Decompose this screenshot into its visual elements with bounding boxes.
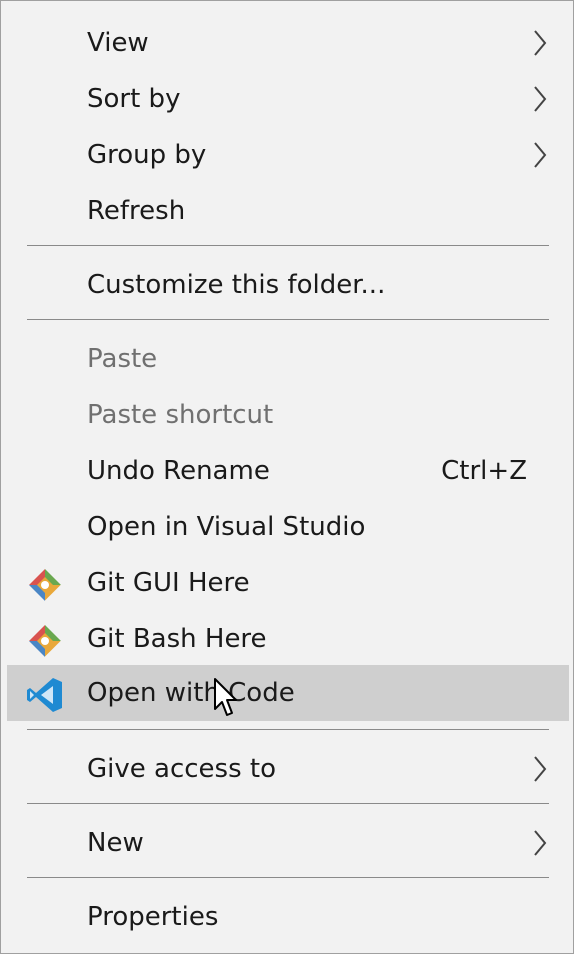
menu-item-sort-by[interactable]: Sort by (7, 71, 569, 127)
git-icon (29, 569, 61, 601)
menu-separator (27, 803, 549, 804)
menu-item-label: Git Bash Here (87, 624, 267, 654)
menu-item-give-access-to[interactable]: Give access to (7, 741, 569, 797)
menu-separator (27, 729, 549, 730)
menu-item-group-by[interactable]: Group by (7, 127, 569, 183)
vscode-icon (27, 678, 62, 712)
menu-separator (27, 245, 549, 246)
menu-item-label: Git GUI Here (87, 568, 250, 598)
context-menu: View Sort by Group by Refresh Customize … (0, 0, 574, 954)
menu-item-open-in-visual-studio[interactable]: Open in Visual Studio (7, 499, 569, 555)
menu-item-label: Undo Rename (87, 456, 270, 486)
menu-item-label: New (87, 828, 144, 858)
menu-item-view[interactable]: View (7, 15, 569, 71)
menu-item-label: Sort by (87, 84, 181, 114)
git-icon (29, 625, 61, 657)
menu-item-label: Properties (87, 902, 219, 932)
menu-item-paste-shortcut[interactable]: Paste shortcut (7, 387, 569, 443)
menu-item-label: Open in Visual Studio (87, 512, 366, 542)
menu-item-label: Open with Code (87, 678, 295, 708)
menu-item-git-bash-here[interactable]: Git Bash Here (7, 611, 569, 667)
menu-separator (27, 877, 549, 878)
menu-item-refresh[interactable]: Refresh (7, 183, 569, 239)
menu-item-label: Customize this folder... (87, 270, 386, 300)
keyboard-shortcut: Ctrl+Z (441, 456, 527, 486)
chevron-right-icon (534, 830, 547, 856)
menu-item-label: Paste shortcut (87, 400, 274, 430)
menu-item-label: Group by (87, 140, 207, 170)
menu-item-open-with-code[interactable]: Open with Code (7, 665, 569, 721)
menu-item-undo-rename[interactable]: Undo Rename Ctrl+Z (7, 443, 569, 499)
menu-item-new[interactable]: New (7, 815, 569, 871)
menu-item-git-gui-here[interactable]: Git GUI Here (7, 555, 569, 611)
chevron-right-icon (534, 30, 547, 56)
menu-item-paste[interactable]: Paste (7, 331, 569, 387)
menu-item-label: Paste (87, 344, 158, 374)
chevron-right-icon (534, 756, 547, 782)
menu-item-properties[interactable]: Properties (7, 889, 569, 945)
menu-item-label: Refresh (87, 196, 186, 226)
menu-item-label: Give access to (87, 754, 276, 784)
menu-separator (27, 319, 549, 320)
chevron-right-icon (534, 142, 547, 168)
chevron-right-icon (534, 86, 547, 112)
mouse-pointer-icon (214, 678, 237, 716)
menu-item-customize-folder[interactable]: Customize this folder... (7, 257, 569, 313)
menu-item-label: View (87, 28, 149, 58)
